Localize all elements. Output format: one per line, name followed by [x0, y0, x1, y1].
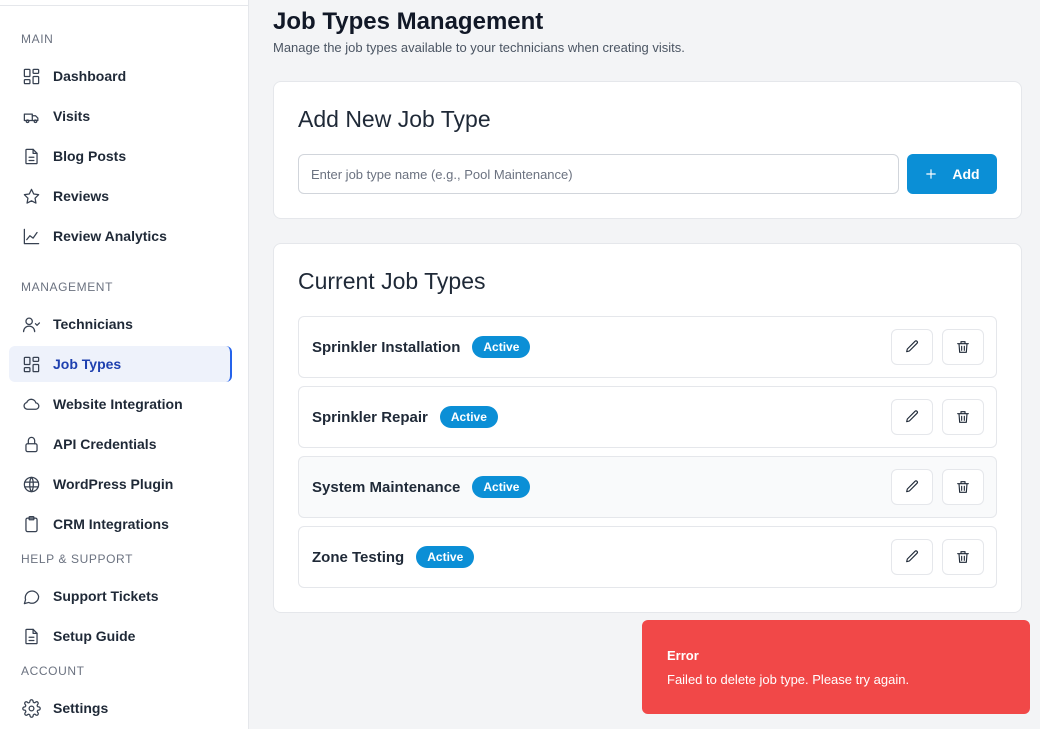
page-title: Job Types Management — [273, 8, 544, 35]
error-toast[interactable]: Error Failed to delete job type. Please … — [642, 620, 1030, 714]
status-badge: Active — [472, 336, 531, 358]
pencil-icon — [906, 480, 918, 493]
sidebar-item-label: Blog Posts — [53, 148, 127, 164]
sidebar-item-crm-integrations[interactable]: CRM Integrations — [9, 506, 232, 542]
sidebar-item-label: CRM Integrations — [53, 516, 169, 532]
sidebar-item-label: Visits — [53, 108, 91, 124]
sidebar-item-dashboard[interactable]: Dashboard — [9, 58, 232, 94]
delete-button[interactable] — [942, 539, 984, 575]
job-type-row: Sprinkler Repair Active — [298, 386, 997, 448]
sidebar-item-setup-guide[interactable]: Setup Guide — [9, 618, 232, 654]
row-actions — [891, 399, 984, 435]
sidebar-item-visits[interactable]: Visits — [9, 98, 232, 134]
trash-icon — [957, 341, 969, 353]
row-actions — [891, 469, 984, 505]
sidebar-item-label: Settings — [53, 700, 109, 716]
pencil-icon — [906, 340, 918, 353]
row-actions — [891, 539, 984, 575]
delete-button[interactable] — [942, 399, 984, 435]
add-job-type-card: Add New Job Type Add — [273, 81, 1022, 219]
current-job-types-card: Current Job Types Sprinkler Installation… — [273, 243, 1022, 613]
sidebar-item-label: Job Types — [53, 356, 122, 372]
sidebar-item-job-types[interactable]: Job Types — [9, 346, 232, 382]
toast-message: Failed to delete job type. Please try ag… — [667, 672, 910, 687]
cloud-icon — [21, 394, 41, 414]
trash-icon — [957, 481, 969, 493]
section-title-account: ACCOUNT — [21, 664, 85, 678]
section-title-main: MAIN — [21, 32, 54, 46]
sidebar-item-label: Technicians — [53, 316, 133, 332]
job-type-name: Sprinkler Repair — [312, 408, 428, 426]
edit-button[interactable] — [891, 539, 933, 575]
sidebar-item-label: API Credentials — [53, 436, 157, 452]
add-card-title: Add New Job Type — [298, 106, 491, 132]
delete-button[interactable] — [942, 469, 984, 505]
delete-button[interactable] — [942, 329, 984, 365]
status-badge: Active — [472, 476, 531, 498]
edit-button[interactable] — [891, 399, 933, 435]
sidebar-item-label: Setup Guide — [53, 628, 136, 644]
trash-icon — [957, 411, 969, 423]
section-title-help: HELP & SUPPORT — [21, 552, 133, 566]
message-circle-icon — [21, 586, 41, 606]
sidebar-item-label: Review Analytics — [53, 228, 167, 244]
plus-icon — [926, 169, 937, 179]
sidebar-item-website-integration[interactable]: Website Integration — [9, 386, 232, 422]
job-type-name: Sprinkler Installation — [312, 338, 461, 356]
grid-icon — [21, 354, 41, 374]
sidebar-item-settings[interactable]: Settings — [9, 690, 232, 726]
line-chart-icon — [21, 226, 41, 246]
gear-icon — [21, 698, 41, 718]
sidebar-item-api-credentials[interactable]: API Credentials — [9, 426, 232, 462]
edit-button[interactable] — [891, 469, 933, 505]
list-card-title: Current Job Types — [298, 268, 486, 294]
pencil-icon — [906, 410, 918, 423]
dashboard-icon — [21, 66, 41, 86]
pencil-icon — [906, 550, 918, 563]
document-icon — [21, 146, 41, 166]
job-type-row: System Maintenance Active — [298, 456, 997, 518]
status-badge: Active — [416, 546, 475, 568]
sidebar-item-label: Support Tickets — [53, 588, 159, 604]
trash-icon — [957, 551, 969, 563]
page-subtitle: Manage the job types available to your t… — [273, 40, 685, 55]
sidebar-item-support-tickets[interactable]: Support Tickets — [9, 578, 232, 614]
sidebar-divider — [0, 5, 248, 6]
sidebar-item-label: Dashboard — [53, 68, 127, 84]
job-type-row: Sprinkler Installation Active — [298, 316, 997, 378]
job-type-row: Zone Testing Active — [298, 526, 997, 588]
sidebar-item-label: WordPress Plugin — [53, 476, 174, 492]
sidebar-item-label: Website Integration — [53, 396, 183, 412]
job-type-name: System Maintenance — [312, 478, 461, 496]
lock-icon — [21, 434, 41, 454]
job-type-name: Zone Testing — [312, 548, 405, 566]
toast-title: Error — [667, 648, 699, 663]
status-badge: Active — [439, 406, 498, 428]
sidebar-item-review-analytics[interactable]: Review Analytics — [9, 218, 232, 254]
edit-button[interactable] — [891, 329, 933, 365]
document-icon — [21, 626, 41, 646]
star-icon — [21, 186, 41, 206]
job-type-name-input[interactable] — [298, 154, 899, 194]
section-title-management: MANAGEMENT — [21, 280, 114, 294]
truck-icon — [21, 106, 41, 126]
sidebar: MAIN Dashboard Visits Blog Posts Reviews… — [0, 0, 249, 729]
sidebar-item-technicians[interactable]: Technicians — [9, 306, 232, 342]
row-actions — [891, 329, 984, 365]
add-button-label: Add — [952, 166, 980, 182]
clipboard-icon — [21, 514, 41, 534]
users-icon — [21, 314, 41, 334]
add-job-type-button[interactable]: Add — [907, 154, 997, 194]
sidebar-item-label: Reviews — [53, 188, 110, 204]
sidebar-item-blog-posts[interactable]: Blog Posts — [9, 138, 232, 174]
globe-icon — [21, 474, 41, 494]
sidebar-item-reviews[interactable]: Reviews — [9, 178, 232, 214]
sidebar-item-wordpress-plugin[interactable]: WordPress Plugin — [9, 466, 232, 502]
